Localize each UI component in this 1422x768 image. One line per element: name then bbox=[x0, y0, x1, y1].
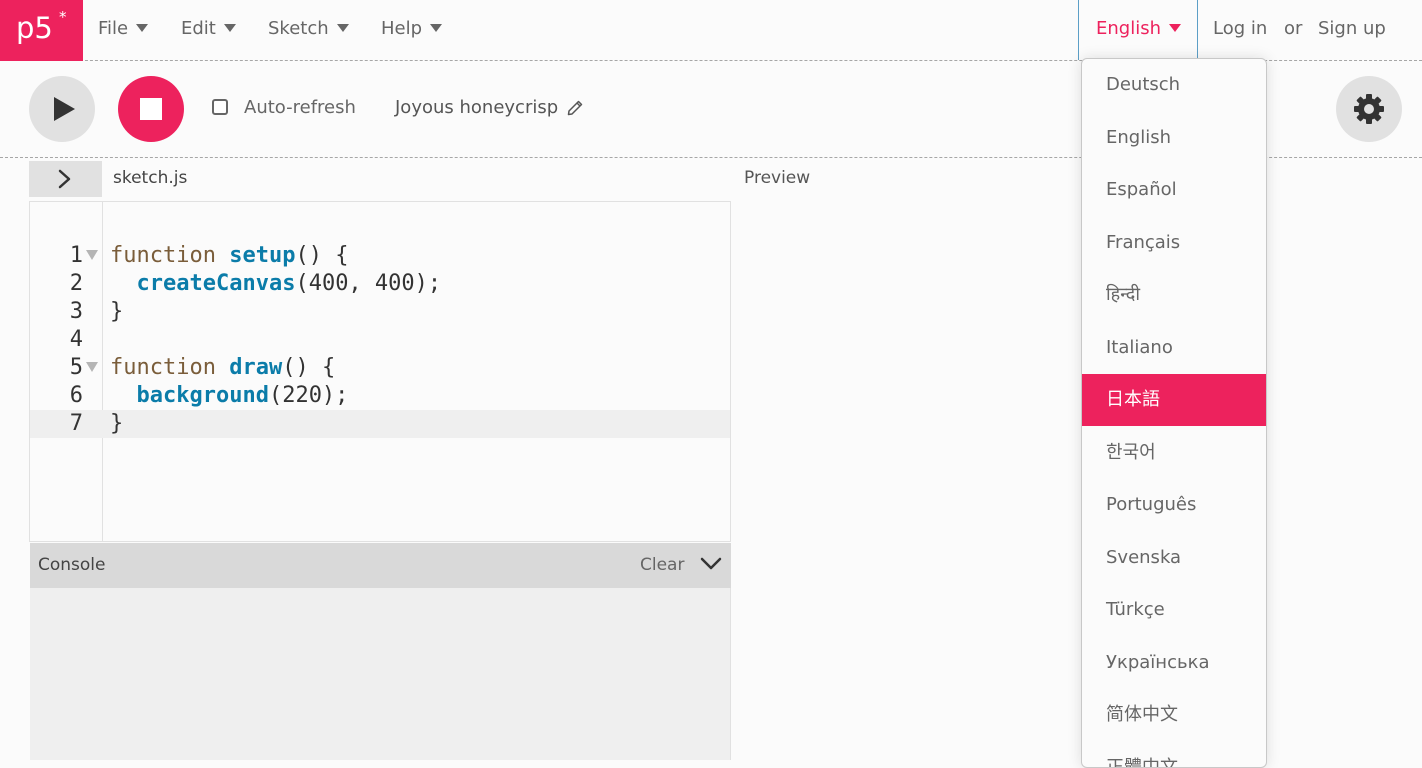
logo-star: * bbox=[59, 8, 67, 26]
code-rest: () { bbox=[282, 355, 336, 380]
play-button[interactable] bbox=[29, 76, 95, 142]
caret-down-icon bbox=[336, 24, 349, 32]
pencil-icon[interactable] bbox=[567, 100, 583, 116]
console-clear-button[interactable]: Clear bbox=[640, 554, 684, 576]
line-number: 5 bbox=[69, 355, 83, 380]
language-option-svenska[interactable]: Svenska bbox=[1082, 532, 1266, 584]
or-text: or bbox=[1284, 18, 1303, 39]
code-keyword: function bbox=[110, 243, 230, 268]
chevron-down-icon[interactable] bbox=[700, 556, 722, 572]
code-function: setup bbox=[229, 243, 296, 268]
file-menu-label: File bbox=[98, 18, 129, 39]
code-line[interactable]: 1 function setup() { bbox=[30, 242, 730, 270]
code-text: createCanvas(400, 400); bbox=[110, 270, 442, 298]
code-function: background bbox=[136, 383, 269, 408]
language-option-deutsch[interactable]: Deutsch bbox=[1082, 59, 1266, 111]
caret-down-icon bbox=[223, 24, 236, 32]
code-rest: } bbox=[110, 299, 124, 324]
language-option-traditional-chinese[interactable]: 正體中文 bbox=[1082, 742, 1266, 767]
fold-arrow-icon[interactable] bbox=[86, 362, 98, 372]
language-option-simplified-chinese[interactable]: 简体中文 bbox=[1082, 689, 1266, 741]
stop-icon bbox=[140, 98, 162, 120]
edit-menu-label: Edit bbox=[181, 18, 216, 39]
sketch-name[interactable]: Joyous honeycrisp bbox=[395, 96, 558, 120]
code-rest: } bbox=[110, 411, 124, 436]
code-rest: (400, 400); bbox=[295, 271, 442, 296]
file-menu[interactable]: File bbox=[98, 17, 149, 41]
code-text: } bbox=[110, 410, 123, 438]
code-keyword: function bbox=[110, 355, 230, 380]
language-option-espanol[interactable]: Español bbox=[1082, 164, 1266, 216]
language-option-francais[interactable]: Français bbox=[1082, 217, 1266, 269]
settings-button[interactable] bbox=[1336, 76, 1402, 142]
line-number: 2 bbox=[69, 271, 83, 296]
console-header: Console Clear bbox=[30, 543, 731, 588]
code-line[interactable]: 6 background(220); bbox=[30, 382, 730, 410]
p5-logo[interactable]: p5 * bbox=[0, 0, 83, 61]
code-line[interactable]: 2 createCanvas(400, 400); bbox=[30, 270, 730, 298]
language-option-japanese[interactable]: 日本語 bbox=[1082, 374, 1266, 426]
code-text: function setup() { bbox=[110, 242, 348, 270]
code-text: background(220); bbox=[110, 382, 349, 410]
caret-down-icon bbox=[430, 24, 443, 32]
sketch-menu[interactable]: Sketch bbox=[268, 17, 349, 41]
code-line[interactable]: 5 function draw() { bbox=[30, 354, 730, 382]
play-icon bbox=[54, 97, 75, 121]
preview-label: Preview bbox=[744, 168, 811, 188]
code-editor[interactable]: 1 function setup() { 2 createCanvas(400,… bbox=[29, 201, 731, 542]
gear-icon bbox=[1354, 94, 1384, 124]
code-text: } bbox=[110, 298, 123, 326]
code-line[interactable]: 4 bbox=[30, 326, 730, 354]
logo-text: p5 bbox=[16, 11, 53, 45]
line-number: 1 bbox=[69, 243, 83, 268]
line-number: 4 bbox=[69, 327, 83, 352]
sketch-menu-label: Sketch bbox=[268, 18, 329, 39]
help-menu-label: Help bbox=[381, 18, 423, 39]
code-line[interactable]: 3 } bbox=[30, 298, 730, 326]
language-option-hindi[interactable]: हिन्दी bbox=[1082, 269, 1266, 321]
code-rest: () { bbox=[295, 243, 349, 268]
caret-down-icon bbox=[1169, 24, 1181, 32]
code-text: function draw() { bbox=[110, 354, 335, 382]
line-number: 7 bbox=[69, 411, 83, 436]
help-menu[interactable]: Help bbox=[381, 17, 443, 41]
console-title: Console bbox=[38, 555, 106, 575]
edit-menu[interactable]: Edit bbox=[181, 17, 236, 41]
signup-link[interactable]: Sign up bbox=[1318, 17, 1386, 41]
code-line-active[interactable]: 7 } bbox=[30, 410, 730, 438]
line-number: 6 bbox=[69, 383, 83, 408]
language-option-ukrainian[interactable]: Українська bbox=[1082, 637, 1266, 689]
language-menu-button[interactable]: English bbox=[1078, 0, 1198, 60]
file-tab-sketch-js[interactable]: sketch.js bbox=[113, 167, 187, 189]
chevron-right-icon bbox=[58, 169, 71, 189]
language-option-portugues[interactable]: Português bbox=[1082, 479, 1266, 531]
console-output bbox=[30, 588, 731, 760]
login-link[interactable]: Log in bbox=[1213, 17, 1267, 41]
auto-refresh-label[interactable]: Auto-refresh bbox=[244, 96, 356, 120]
code-rest: (220); bbox=[268, 383, 349, 408]
code-function: createCanvas bbox=[136, 271, 296, 296]
fold-arrow-icon[interactable] bbox=[86, 250, 98, 260]
language-option-english[interactable]: English bbox=[1082, 112, 1266, 164]
line-number: 3 bbox=[69, 299, 83, 324]
language-dropdown: Deutsch English Español Français हिन्दी … bbox=[1081, 58, 1267, 768]
current-language: English bbox=[1096, 18, 1161, 39]
stop-button[interactable] bbox=[118, 76, 184, 142]
code-function: draw bbox=[229, 355, 283, 380]
language-option-italiano[interactable]: Italiano bbox=[1082, 322, 1266, 374]
expand-sidebar-button[interactable] bbox=[29, 161, 102, 197]
language-option-korean[interactable]: 한국어 bbox=[1082, 427, 1266, 479]
caret-down-icon bbox=[136, 24, 149, 32]
language-option-turkce[interactable]: Türkçe bbox=[1082, 584, 1266, 636]
auto-refresh-checkbox[interactable] bbox=[212, 99, 228, 115]
